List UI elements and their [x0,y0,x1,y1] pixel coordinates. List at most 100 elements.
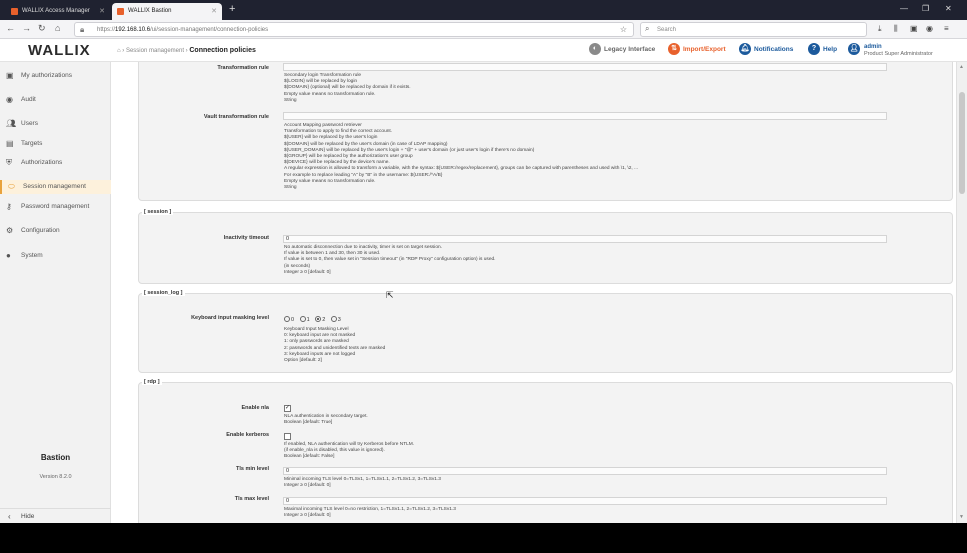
import-export-icon: ⇅ [668,43,680,55]
enable-nla-checkbox[interactable]: ✓ [284,405,291,412]
authorizations-icon: ▣ [6,71,14,80]
chevron-left-icon: ‹ [8,512,11,521]
lock-icon: 🔒︎ [80,25,85,34]
menu-icon[interactable]: ≡ [944,24,949,33]
wallix-favicon-icon [117,8,124,15]
keyboard-masking-radio-group: 0 1 2 3 [284,316,345,323]
sidebar-item-users[interactable]: 👥︎ Users [0,117,111,131]
sidebar-item-authorizations[interactable]: ⛨ Authorizations [0,156,111,170]
field-label: Enable nla [241,405,269,411]
product-version: Version 8.2.0 [39,474,72,480]
scrollbar-thumb[interactable] [959,92,965,194]
reload-icon[interactable]: ↻ [38,23,46,34]
breadcrumb: ⌂ › Session management › Connection poli… [117,47,256,54]
keyboard-masking-help: Keyboard Input Masking Level 0: keyboard… [284,327,386,364]
browser-tab-bastion[interactable]: WALLIX Bastion ✕ [112,3,222,20]
browser-tabbar: WALLIX Access Manager ✕ WALLIX Bastion ✕… [0,0,967,20]
close-icon[interactable]: ✕ [99,7,105,15]
back-icon[interactable]: ← [6,23,15,33]
bookmark-star-icon[interactable]: ☆ [620,25,627,34]
sidebar-item-label: My authorizations [21,72,72,79]
users-icon: 👥︎ [6,119,17,128]
minimize-icon[interactable]: — [900,4,908,13]
field-label: Tls min level [235,466,269,472]
logo-text: WALLIX [28,42,91,59]
hide-sidebar-button[interactable]: ‹ Hide [0,508,111,523]
user-avatar-icon[interactable]: 👤︎ [848,43,860,55]
close-icon[interactable]: ✕ [211,7,217,15]
tls-max-level-input[interactable]: 0 [283,497,887,505]
import-export-link[interactable]: Import/Export [683,46,726,53]
scroll-down-icon[interactable]: ▼ [959,514,964,520]
app-header: WALLIX ⌂ › Session management › Connecti… [0,40,967,62]
sidebar-item-configuration[interactable]: ⚙ Configuration [0,224,111,238]
radio-option-2[interactable] [315,316,322,322]
eye-icon: ◉ [6,95,13,104]
field-label: Transformation rule [217,65,269,71]
section-rdp: [ rdp ] Enable nla ✓ NLA authentication … [138,379,953,523]
new-tab-icon[interactable]: + [229,3,235,15]
sidebar-toggle-icon[interactable]: ▣ [910,24,918,33]
browser-navbar: ← → ↻ ⌂ 🔒︎ https://192.168.10.6/ui/sessi… [0,20,967,39]
mouse-cursor-icon: ⇱ [386,290,394,300]
sidebar-item-system[interactable]: ● System [0,249,111,263]
sidebar-item-label: Users [21,120,38,127]
hide-label: Hide [21,513,35,520]
close-window-icon[interactable]: ✕ [945,4,952,13]
enable-nla-help: NLA authentication in secondary target. … [284,414,368,426]
radio-option-1[interactable] [299,316,306,322]
targets-icon: ▤ [6,139,14,148]
tls-min-level-input[interactable]: 0 [283,467,887,475]
sidebar-item-password-management[interactable]: ⚷ Password management [0,200,111,214]
sidebar-item-label: Configuration [21,227,60,234]
breadcrumb-parent[interactable]: Session management [126,48,184,54]
url-prefix: https:// [97,27,116,33]
scroll-up-icon[interactable]: ▲ [959,64,964,70]
section-title: [ session ] [142,209,174,215]
section-session-log: [ session_log ] Keyboard input masking l… [138,290,953,373]
sidebar-item-targets[interactable]: ▤ Targets [0,137,111,151]
home-icon[interactable]: ⌂ [117,48,121,54]
sidebar-item-my-authorizations[interactable]: ▣ My authorizations [0,69,111,83]
inactivity-timeout-input[interactable]: 0 [283,235,887,243]
legacy-interface-link[interactable]: Legacy Interface [604,46,655,53]
sidebar-item-label: Password management [21,203,90,210]
sidebar-item-session-management[interactable]: ⬭ Session management [0,180,111,194]
library-icon[interactable]: ⫼ [894,24,898,34]
maximize-icon[interactable]: ❐ [922,4,929,13]
url-bar[interactable]: 🔒︎ https://192.168.10.6/ui/session-manag… [74,22,634,37]
search-input[interactable]: ⌕ Search [640,22,867,37]
enable-kerberos-checkbox[interactable] [284,433,291,440]
system-icon: ● [6,251,11,260]
notifications-link[interactable]: Notifications [754,46,793,53]
key-icon: ⚷ [6,202,12,211]
help-link[interactable]: Help [823,46,837,53]
wallix-logo[interactable]: WALLIX [28,42,91,59]
radio-option-3[interactable] [330,316,337,322]
screen: WALLIX Access Manager ✕ WALLIX Bastion ✕… [0,0,967,553]
transformation-rule-input[interactable] [283,63,887,71]
field-label: Tls max level [234,496,269,502]
downloads-icon[interactable]: ⤓ [878,24,882,34]
url-host: 192.168.10.6 [115,27,151,33]
product-name: Bastion [40,453,71,462]
section-transformation: Transformation rule Secondary login Tran… [138,62,953,201]
field-label: Enable kerberos [226,432,269,438]
browser-tab-access-manager[interactable]: WALLIX Access Manager ✕ [6,3,110,20]
sidebar-item-audit[interactable]: ◉ Audit [0,93,111,107]
sidebar-item-label: Authorizations [21,159,63,166]
vault-transformation-rule-input[interactable] [283,112,887,120]
sidebar-item-label: System [21,252,43,259]
tls-max-level-help: Maximal incoming TLS level 0=no restrict… [284,507,456,519]
user-name[interactable]: admin [864,44,882,50]
user-role: Product Super Administrator [864,51,933,57]
field-label: Vault transformation rule [203,114,269,120]
wallix-favicon-icon [11,8,18,15]
home-icon[interactable]: ⌂ [55,23,60,33]
page-scrollbar[interactable]: ▲ ▼ [956,62,967,523]
account-icon[interactable]: ◉ [926,24,933,33]
radio-option-0[interactable] [284,316,290,322]
search-placeholder: Search [657,27,677,33]
help-icon: ? [808,43,820,55]
forward-icon[interactable]: → [22,23,31,33]
